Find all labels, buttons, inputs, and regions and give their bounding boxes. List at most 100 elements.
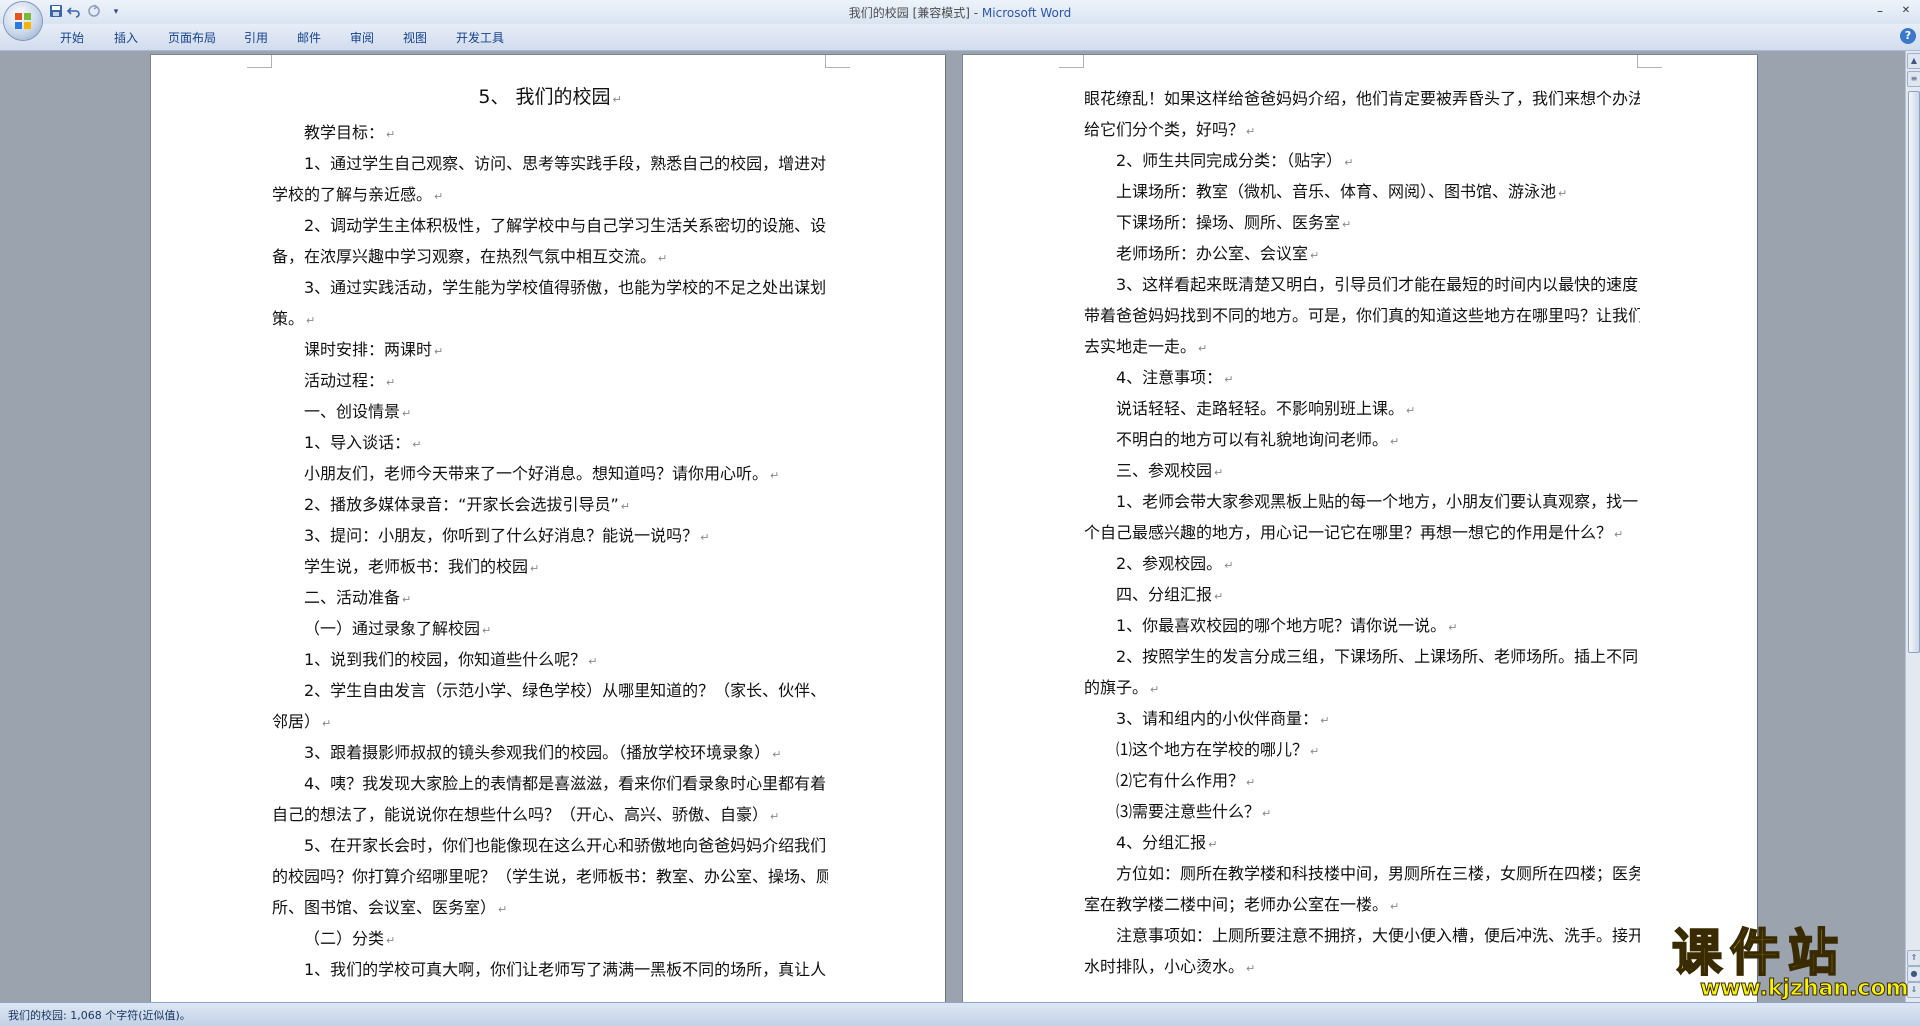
app-name: Microsoft Word [981, 6, 1072, 20]
paragraph-line: 的旗子。 ↵ [1084, 672, 1640, 703]
paragraph-mark-icon: ↵ [1310, 745, 1320, 758]
line-text: 2、师生共同完成分类：（贴字） [1116, 151, 1343, 170]
paragraph-line: 2、按照学生的发言分成三组，下课场所、上课场所、老师场所。插上不同 [1084, 641, 1640, 672]
line-text: 的校园吗？你打算介绍哪里呢？（学生说，老师板书：教室、办公室、操场、厕 [272, 867, 828, 886]
line-text: 邻居） [272, 712, 321, 731]
paragraph-mark-icon: ↵ [1214, 466, 1224, 479]
paragraph-mark-icon: ↵ [1614, 528, 1624, 541]
scroll-thumb[interactable] [1908, 91, 1920, 653]
paragraph-line: 眼花缭乱！如果这样给爸爸妈妈介绍，他们肯定要被弄昏头了，我们来想个办法， [1084, 83, 1640, 114]
paragraph-line: 四、分组汇报 ↵ [1084, 579, 1640, 610]
save-icon[interactable] [48, 4, 64, 20]
paragraph-mark-icon: ↵ [1246, 776, 1256, 789]
paragraph-line: 室在教学楼二楼中间；老师办公室在一楼。 ↵ [1084, 889, 1640, 920]
line-text: 学生说，老师板书：我们的校园 [304, 557, 529, 576]
line-text: 上课场所：教室（微机、音乐、体育、网阅）、图书馆、游泳池 [1116, 182, 1557, 201]
paragraph-mark-icon: ↵ [612, 93, 622, 106]
line-text: 课时安排：两课时 [304, 340, 433, 359]
line-text: 下课场所：操场、厕所、医务室 [1116, 213, 1341, 232]
paragraph-line: 学校的了解与亲近感。 ↵ [272, 179, 828, 210]
paragraph-line: 1、我们的学校可真大啊，你们让老师写了满满一黑板不同的场所，真让人↵ [272, 954, 828, 985]
paragraph-line: 策。 ↵ [272, 303, 828, 334]
line-text: 所、图书馆、会议室、医务室） [272, 898, 497, 917]
paragraph-line: 1、通过学生自己观察、访问、思考等实践手段，熟悉自己的校园，增进对 [272, 148, 828, 179]
paragraph-line: 4、注意事项： ↵ [1084, 362, 1640, 393]
paragraph-line: 小朋友们，老师今天带来了一个好消息。想知道吗？请你用心听。 ↵ [272, 458, 828, 489]
line-text: 教学目标： [304, 123, 385, 142]
office-button[interactable] [4, 2, 42, 40]
paragraph-mark-icon: ↵ [1344, 156, 1354, 169]
paragraph-line: 活动过程： ↵ [272, 365, 828, 396]
paragraph-mark-icon: ↵ [1310, 249, 1320, 262]
line-text: 室在教学楼二楼中间；老师办公室在一楼。 [1084, 895, 1389, 914]
line-text: 3、跟着摄影师叔叔的镜头参观我们的校园。（播放学校环境录象） [304, 743, 771, 762]
paragraph-line: 3、这样看起来既清楚又明白，引导员们才能在最短的时间内以最快的速度 [1084, 269, 1640, 300]
tab-home[interactable]: 开始 [60, 29, 84, 46]
line-text: 的旗子。 [1084, 678, 1149, 697]
line-text: 1、老师会带大家参观黑板上贴的每一个地方，小朋友们要认真观察，找一 [1116, 492, 1639, 511]
paragraph-line: （一）通过录象了解校园 ↵ [272, 613, 828, 644]
vertical-scrollbar[interactable]: ▲ ≡ ⇑ ● ⇓ [1905, 51, 1920, 1002]
line-text: ⑵它有什么作用？ [1116, 771, 1245, 790]
document-workspace[interactable]: 5、 我们的校园 ↵ 教学目标： ↵ 1、通过学生自己观察、访问、思考等实践手段，熟悉… [0, 51, 1906, 1002]
page-text: 5、 我们的校园 ↵ 教学目标： ↵ 1、通过学生自己观察、访问、思考等实践手段，熟悉… [272, 77, 828, 985]
paragraph-line: 注意事项如：上厕所要注意不拥挤，大便小便入槽，便后冲洗、洗手。接开 [1084, 920, 1640, 951]
line-text: 自己的想法了，能说说你在想些什么吗？（开心、高兴、骄傲、自豪） [272, 805, 769, 824]
tab-references[interactable]: 引用 [244, 29, 268, 46]
paragraph-mark-icon: ↵ [1320, 714, 1330, 727]
watermark-text: 课件站 [1671, 923, 1846, 982]
line-text: 一、创设情景 [304, 402, 401, 421]
paragraph-mark-icon: ↵ [530, 562, 540, 575]
paragraph-mark-icon: ↵ [1224, 559, 1234, 572]
tab-insert[interactable]: 插入 [114, 29, 138, 46]
line-text: 注意事项如：上厕所要注意不拥挤，大便小便入槽，便后冲洗、洗手。接开 [1116, 926, 1640, 945]
paragraph-line: 的校园吗？你打算介绍哪里呢？（学生说，老师板书：教室、办公室、操场、厕 [272, 861, 828, 892]
line-text: 3、请和组内的小伙伴商量： [1116, 709, 1319, 728]
paragraph-mark-icon: ↵ [1246, 962, 1256, 975]
line-text: 三、参观校园 [1116, 461, 1213, 480]
tab-mailings[interactable]: 邮件 [297, 29, 321, 46]
tab-review[interactable]: 审阅 [350, 29, 374, 46]
paragraph-line: 1、老师会带大家参观黑板上贴的每一个地方，小朋友们要认真观察，找一 [1084, 486, 1640, 517]
dropdown-icon[interactable]: ▾ [108, 4, 124, 20]
paragraph-line: （二）分类 ↵ [272, 923, 828, 954]
line-text: 去实地走一走。 [1084, 337, 1197, 356]
line-text: 1、通过学生自己观察、访问、思考等实践手段，熟悉自己的校园，增进对 [304, 154, 827, 173]
help-button[interactable]: ? [1900, 28, 1916, 44]
line-text: 2、播放多媒体录音：“开家长会选拔引导员” [304, 495, 619, 514]
line-text: 老师场所：办公室、会议室 [1116, 244, 1309, 263]
minimize-button[interactable]: – [1866, 2, 1894, 20]
tab-page-layout[interactable]: 页面布局 [168, 29, 216, 46]
line-text: 备，在浓厚兴趣中学习观察，在热烈气氛中相互交流。 [272, 247, 657, 266]
paragraph-mark-icon: ↵ [1448, 621, 1458, 634]
paragraph-line: 5、在开家长会时，你们也能像现在这么开心和骄傲地向爸爸妈妈介绍我们 [272, 830, 828, 861]
paragraph-line: 4、咦？我发现大家脸上的表情都是喜滋滋，看来你们看录象时心里都有着 [272, 768, 828, 799]
undo-icon[interactable] [66, 4, 82, 20]
paragraph-mark-icon: ↵ [1406, 404, 1416, 417]
paragraph-line: 二、活动准备 ↵ [272, 582, 828, 613]
paragraph-mark-icon: ↵ [1208, 838, 1218, 851]
title-bar: 我们的校园 [兼容模式] - Microsoft Word ▾ – ✕ [0, 0, 1920, 24]
paragraph-line: ⑶需要注意些什么？ ↵ [1084, 796, 1640, 827]
paragraph-mark-icon: ↵ [434, 345, 444, 358]
line-text: 个自己最感兴趣的地方，用心记一记它在哪里？再想一想它的作用是什么？ [1084, 523, 1613, 542]
page-right[interactable]: 眼花缭乱！如果这样给爸爸妈妈介绍，他们肯定要被弄昏头了，我们来想个办法， 给它们分… [963, 55, 1757, 1002]
ruler-toggle-icon[interactable]: ≡ [1907, 71, 1920, 87]
page-text: 眼花缭乱！如果这样给爸爸妈妈介绍，他们肯定要被弄昏头了，我们来想个办法， 给它们分… [1084, 83, 1640, 982]
line-text: 水时排队，小心烫水。 [1084, 957, 1245, 976]
paragraph-mark-icon: ↵ [386, 128, 396, 141]
paragraph-line: 3、请和组内的小伙伴商量： ↵ [1084, 703, 1640, 734]
paragraph-line: 2、学生自由发言（示范小学、绿色学校）从哪里知道的？（家长、伙伴、 [272, 675, 828, 706]
paragraph-mark-icon: ↵ [386, 934, 396, 947]
ribbon-tab-bar: 开始 插入 页面布局 引用 邮件 审阅 视图 开发工具 ? [0, 24, 1920, 51]
paragraph-line: 3、通过实践活动，学生能为学校值得骄傲，也能为学校的不足之处出谋划 [272, 272, 828, 303]
tab-developer[interactable]: 开发工具 [456, 29, 504, 46]
close-button[interactable]: ✕ [1892, 2, 1920, 20]
scroll-up-icon[interactable]: ▲ [1907, 53, 1920, 69]
tab-view[interactable]: 视图 [403, 29, 427, 46]
page-left[interactable]: 5、 我们的校园 ↵ 教学目标： ↵ 1、通过学生自己观察、访问、思考等实践手段，熟悉… [151, 55, 945, 1002]
word-count-status[interactable]: 我们的校园: 1,068 个字符(近似值)。 [8, 1007, 191, 1023]
paragraph-mark-icon: ↵ [1342, 218, 1352, 231]
paragraph-line: 邻居） ↵ [272, 706, 828, 737]
redo-icon[interactable] [86, 4, 102, 20]
